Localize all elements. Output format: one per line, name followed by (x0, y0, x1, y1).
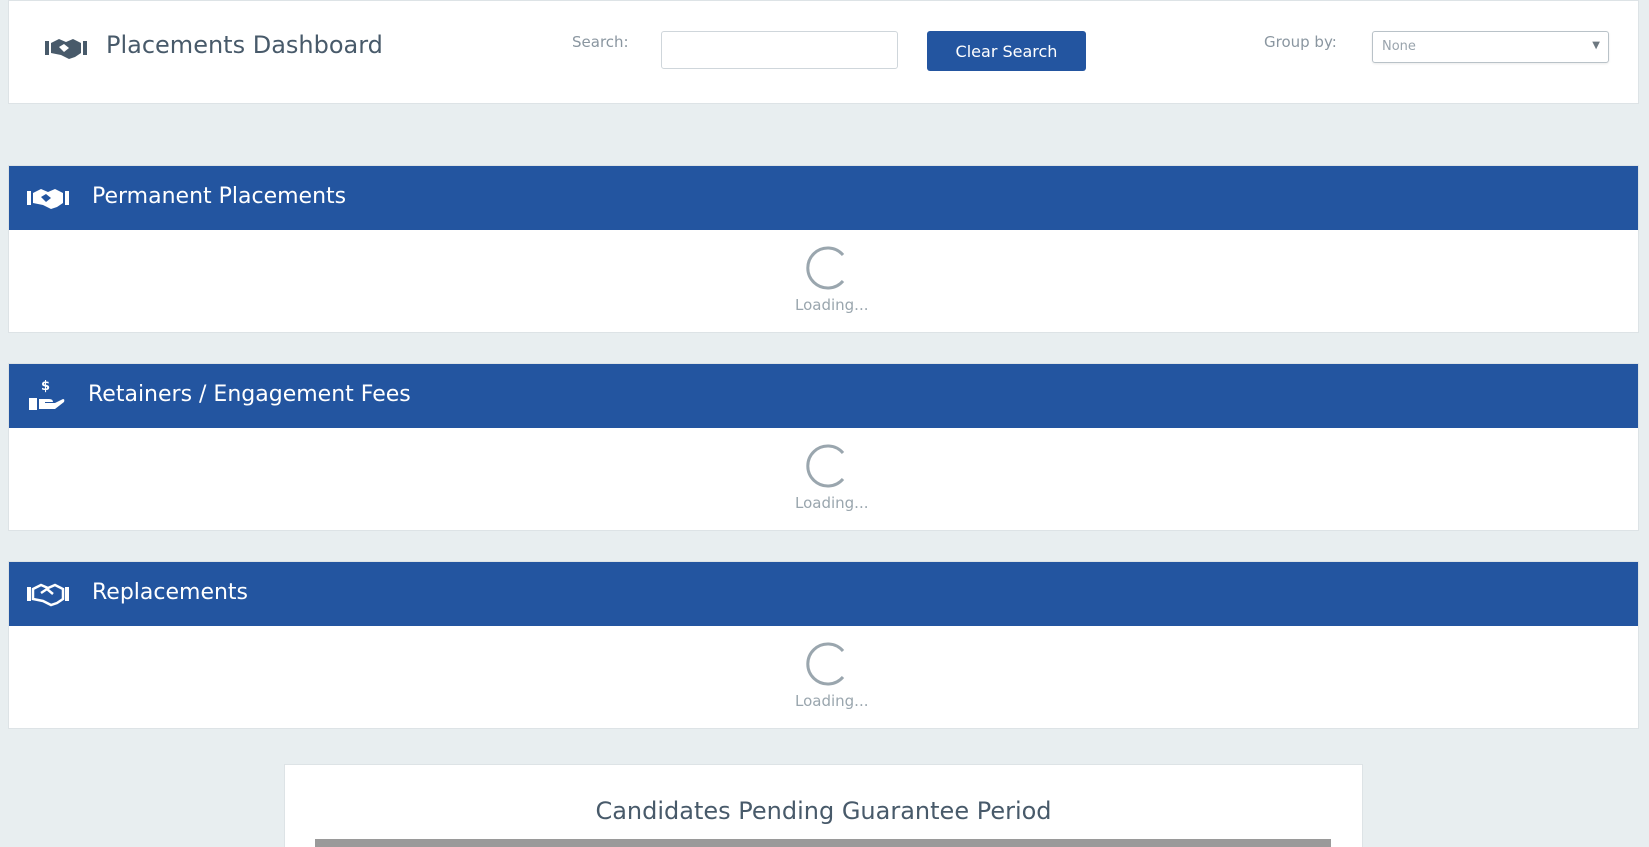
group-by-label: Group by: (1264, 33, 1337, 51)
placements-dashboard-page: Placements Dashboard Search: Clear Searc… (0, 0, 1649, 847)
loading-spinner-icon (806, 444, 845, 488)
card-title: Candidates Pending Guarantee Period (595, 797, 1052, 825)
svg-text:$: $ (41, 379, 50, 394)
panel-body: Loading... (9, 230, 1638, 332)
dashboard-header: Placements Dashboard Search: Clear Searc… (8, 0, 1639, 104)
panel-body: Loading... (9, 428, 1638, 530)
group-by-value: None (1382, 39, 1416, 54)
panel-title: Replacements (92, 580, 249, 605)
page-title: Placements Dashboard (106, 31, 383, 59)
retainers-panel: $ Retainers / Engagement Fees Loading... (8, 363, 1639, 531)
search-label: Search: (572, 33, 629, 51)
handshake-outline-icon (27, 583, 69, 607)
clear-search-button[interactable]: Clear Search (927, 31, 1086, 71)
loading-text: Loading... (795, 692, 869, 710)
guarantee-period-card: Candidates Pending Guarantee Period (284, 764, 1363, 847)
panel-header[interactable]: Replacements (9, 562, 1638, 626)
panel-header[interactable]: Permanent Placements (9, 166, 1638, 230)
loading-text: Loading... (795, 296, 869, 314)
loading-spinner-icon (806, 642, 845, 686)
replacements-panel: Replacements Loading... (8, 561, 1639, 729)
loading-spinner-icon (806, 246, 845, 290)
group-by-select[interactable]: None ▼ (1372, 31, 1609, 63)
chevron-down-icon: ▼ (1592, 40, 1600, 51)
permanent-placements-panel: Permanent Placements Loading... (8, 165, 1639, 333)
handshake-icon (45, 39, 87, 59)
loading-text: Loading... (795, 494, 869, 512)
panel-body: Loading... (9, 626, 1638, 728)
panel-header[interactable]: $ Retainers / Engagement Fees (9, 364, 1638, 428)
panel-title: Retainers / Engagement Fees (88, 382, 411, 407)
table-header-bar (315, 839, 1331, 847)
hand-holding-dollar-icon: $ (29, 379, 65, 410)
search-input[interactable] (661, 31, 898, 69)
panel-title: Permanent Placements (92, 184, 347, 209)
handshake-icon (27, 189, 69, 209)
